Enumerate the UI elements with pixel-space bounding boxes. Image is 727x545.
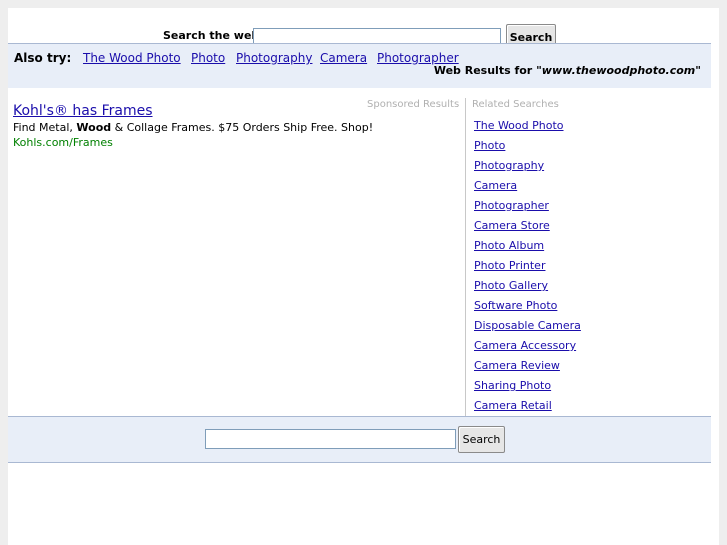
ad-desc-bold: Wood xyxy=(76,121,112,134)
list-item: Camera Accessory xyxy=(474,339,581,359)
search-label: Search the web: xyxy=(163,29,264,42)
web-results-query: "www.thewoodphoto.com" xyxy=(536,64,701,77)
list-item: Photographer xyxy=(474,199,581,219)
list-item: Photo Album xyxy=(474,239,581,259)
ad-description: Find Metal, Wood & Collage Frames. $75 O… xyxy=(13,121,373,134)
also-try-link-the-wood-photo[interactable]: The Wood Photo xyxy=(83,51,181,65)
related-link[interactable]: Camera Review xyxy=(474,359,560,372)
list-item: Camera xyxy=(474,179,581,199)
ad-url[interactable]: Kohls.com/Frames xyxy=(13,136,113,149)
related-searches-list: The Wood Photo Photo Photography Camera … xyxy=(474,119,581,419)
web-results-prefix: Web Results for xyxy=(433,64,533,77)
related-searches-label: Related Searches xyxy=(472,99,559,110)
list-item: Photo xyxy=(474,139,581,159)
also-try-link-camera[interactable]: Camera xyxy=(320,51,367,65)
also-try-link-photo[interactable]: Photo xyxy=(191,51,225,65)
related-link[interactable]: Camera Accessory xyxy=(474,339,576,352)
list-item: Software Photo xyxy=(474,299,581,319)
also-try-label: Also try: xyxy=(14,51,72,65)
list-item: Disposable Camera xyxy=(474,319,581,339)
related-link[interactable]: Photo xyxy=(474,139,505,152)
top-search-form: Search the web: Search xyxy=(8,16,719,51)
bottom-search-bar: Search xyxy=(8,416,711,463)
related-link[interactable]: Photography xyxy=(474,159,544,172)
list-item: Camera Store xyxy=(474,219,581,239)
bottom-search-button[interactable]: Search xyxy=(458,426,505,453)
ad-desc-part: & Collage Frames. $75 Orders Ship Free. … xyxy=(114,121,374,134)
ad-desc-part: Find Metal, xyxy=(13,121,73,134)
sponsored-results-label: Sponsored Results xyxy=(367,99,460,110)
related-link[interactable]: Camera Retail xyxy=(474,399,552,412)
also-try-link-photographer[interactable]: Photographer xyxy=(377,51,459,65)
related-link[interactable]: Disposable Camera xyxy=(474,319,581,332)
related-searches-panel: Related Searches The Wood Photo Photo Ph… xyxy=(465,98,706,416)
related-link[interactable]: Camera Store xyxy=(474,219,550,232)
related-link[interactable]: Photographer xyxy=(474,199,549,212)
list-item: Photo Gallery xyxy=(474,279,581,299)
list-item: Sharing Photo xyxy=(474,379,581,399)
related-link[interactable]: Software Photo xyxy=(474,299,557,312)
list-item: Camera Review xyxy=(474,359,581,379)
list-item: The Wood Photo xyxy=(474,119,581,139)
also-try-bar: Also try: The Wood Photo Photo Photograp… xyxy=(8,43,711,88)
list-item: Photo Printer xyxy=(474,259,581,279)
related-link[interactable]: Sharing Photo xyxy=(474,379,551,392)
related-link[interactable]: Photo Album xyxy=(474,239,544,252)
bottom-search-input[interactable] xyxy=(205,429,456,449)
web-results-heading: Web Results for "www.thewoodphoto.com" xyxy=(434,64,701,77)
related-link[interactable]: Camera xyxy=(474,179,517,192)
related-link[interactable]: The Wood Photo xyxy=(474,119,564,132)
related-link[interactable]: Photo Printer xyxy=(474,259,545,272)
ad-title-link[interactable]: Kohl's® has Frames xyxy=(13,103,153,119)
related-link[interactable]: Photo Gallery xyxy=(474,279,548,292)
list-item: Photography xyxy=(474,159,581,179)
also-try-link-photography[interactable]: Photography xyxy=(236,51,312,65)
